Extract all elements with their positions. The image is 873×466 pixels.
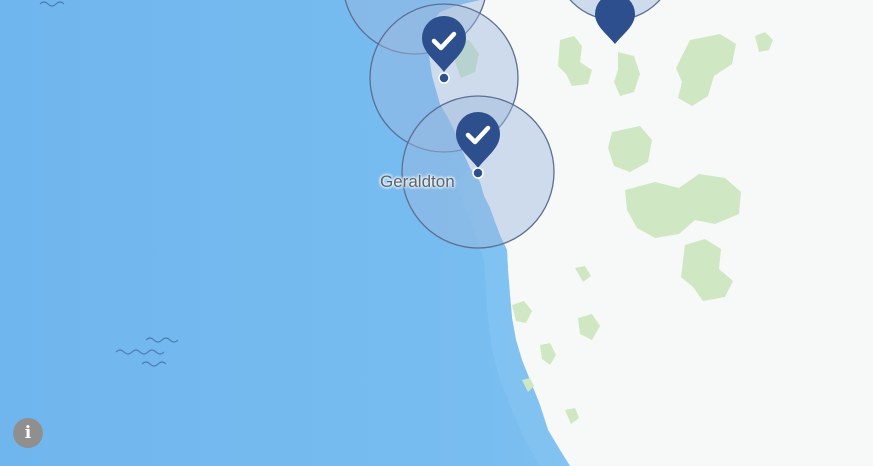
info-button[interactable]: i xyxy=(13,418,43,448)
marker-location-dot xyxy=(472,167,484,179)
place-label-geraldton: Geraldton xyxy=(380,172,455,191)
info-icon: i xyxy=(24,423,32,443)
map-canvas[interactable] xyxy=(0,0,873,466)
marker-location-dot xyxy=(438,72,450,84)
